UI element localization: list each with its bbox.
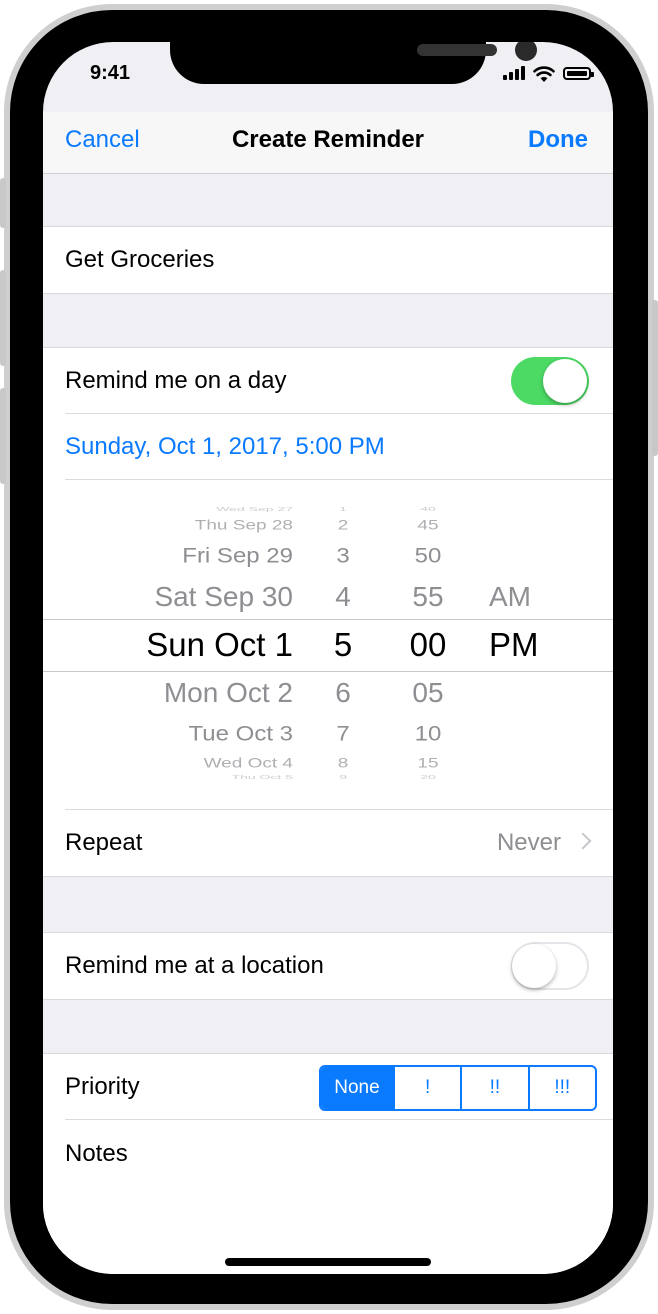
priority-medium-segment[interactable]: !!: [460, 1067, 527, 1109]
picker-hour-option[interactable]: 4: [323, 581, 363, 613]
picker-minute-option[interactable]: 40: [403, 506, 453, 512]
picker-minute-option[interactable]: 45: [403, 518, 453, 534]
picker-day-option[interactable]: Wed Oct 4: [43, 756, 293, 772]
picker-hour-option[interactable]: 6: [323, 677, 363, 709]
picker-ampm-option[interactable]: PM: [489, 626, 549, 664]
repeat-label: Repeat: [65, 829, 143, 856]
reminder-title-field[interactable]: Get Groceries: [43, 227, 613, 293]
picker-hour-option[interactable]: 5: [323, 626, 363, 664]
cellular-signal-icon: [503, 66, 525, 80]
notch: [170, 42, 537, 84]
picker-minute-option[interactable]: 50: [403, 543, 453, 568]
priority-row: Priority None ! !! !!!: [43, 1054, 613, 1120]
remind-location-row: Remind me at a location: [43, 933, 613, 999]
speaker-grille: [417, 44, 497, 56]
picker-hour-option[interactable]: 7: [323, 721, 363, 746]
ring-silent-switch: [0, 178, 6, 228]
priority-label: Priority: [65, 1073, 140, 1100]
picker-day-option[interactable]: Mon Oct 2: [43, 677, 293, 709]
repeat-value: Never: [496, 829, 561, 856]
picker-hour-option[interactable]: 2: [323, 518, 363, 534]
repeat-row[interactable]: Repeat Never: [43, 810, 613, 876]
notes-field[interactable]: Notes: [43, 1120, 613, 1250]
picker-day-option[interactable]: Sun Oct 1: [43, 626, 293, 664]
picker-day-option[interactable]: Wed Sep 27: [43, 506, 293, 512]
notes-label: Notes: [65, 1140, 128, 1167]
picker-day-option[interactable]: Fri Sep 29: [43, 543, 293, 568]
picker-hour-option[interactable]: 3: [323, 543, 363, 568]
toggle-knob: [512, 944, 556, 988]
screen: 9:41 Cancel Create Reminder Done Get Gro…: [43, 42, 613, 1274]
title-group: Get Groceries: [43, 226, 613, 294]
selected-date-row[interactable]: Sunday, Oct 1, 2017, 5:00 PM: [43, 414, 613, 480]
remind-day-toggle[interactable]: [511, 357, 589, 405]
picker-minute-option[interactable]: 15: [403, 756, 453, 772]
picker-minute-option[interactable]: 05: [403, 677, 453, 709]
done-button[interactable]: Done: [528, 112, 588, 168]
remind-location-toggle[interactable]: [511, 942, 589, 990]
side-power-button: [652, 300, 658, 456]
toggle-knob: [543, 359, 587, 403]
navigation-bar: Cancel Create Reminder Done: [43, 112, 613, 174]
picker-minute-option[interactable]: 00: [403, 626, 453, 664]
picker-day-option[interactable]: Thu Sep 28: [43, 518, 293, 534]
home-indicator[interactable]: [225, 1258, 431, 1266]
status-icons: [503, 64, 594, 82]
selected-date-text: Sunday, Oct 1, 2017, 5:00 PM: [65, 433, 385, 460]
priority-notes-group: Priority None ! !! !!! Notes: [43, 1053, 613, 1274]
priority-low-segment[interactable]: !: [392, 1067, 460, 1109]
reminder-title-text: Get Groceries: [65, 246, 215, 273]
location-group: Remind me at a location: [43, 932, 613, 1000]
front-camera: [515, 42, 537, 61]
picker-day-option[interactable]: Thu Oct 5: [43, 774, 293, 780]
priority-high-segment[interactable]: !!!: [527, 1067, 595, 1109]
remind-day-label: Remind me on a day: [65, 367, 287, 394]
date-time-picker[interactable]: Wed Sep 27 Thu Sep 28 Fri Sep 29 Sat Sep…: [43, 480, 613, 810]
picker-minute-option[interactable]: 10: [403, 721, 453, 746]
remind-day-group: Remind me on a day Sunday, Oct 1, 2017, …: [43, 347, 613, 877]
picker-selection-bottom-line: [43, 671, 613, 672]
picker-ampm-option[interactable]: AM: [489, 581, 549, 613]
remind-day-row: Remind me on a day: [43, 348, 613, 414]
picker-hour-option[interactable]: 9: [323, 774, 363, 780]
picker-day-option[interactable]: Sat Sep 30: [43, 581, 293, 613]
picker-selection-top-line: [43, 619, 613, 620]
volume-down-button: [0, 388, 6, 484]
priority-none-segment[interactable]: None: [321, 1067, 393, 1109]
picker-minute-option[interactable]: 20: [403, 774, 453, 780]
priority-segmented-control: None ! !! !!!: [319, 1065, 597, 1111]
picker-hour-option[interactable]: 8: [323, 756, 363, 772]
picker-hour-option[interactable]: 1: [323, 506, 363, 512]
wifi-icon: [533, 65, 555, 82]
battery-icon: [563, 66, 594, 80]
picker-minute-option[interactable]: 55: [403, 581, 453, 613]
chevron-right-icon: [574, 832, 592, 850]
remind-location-label: Remind me at a location: [65, 952, 324, 979]
status-time: 9:41: [90, 62, 131, 84]
picker-day-option[interactable]: Tue Oct 3: [43, 721, 293, 746]
volume-up-button: [0, 270, 6, 366]
